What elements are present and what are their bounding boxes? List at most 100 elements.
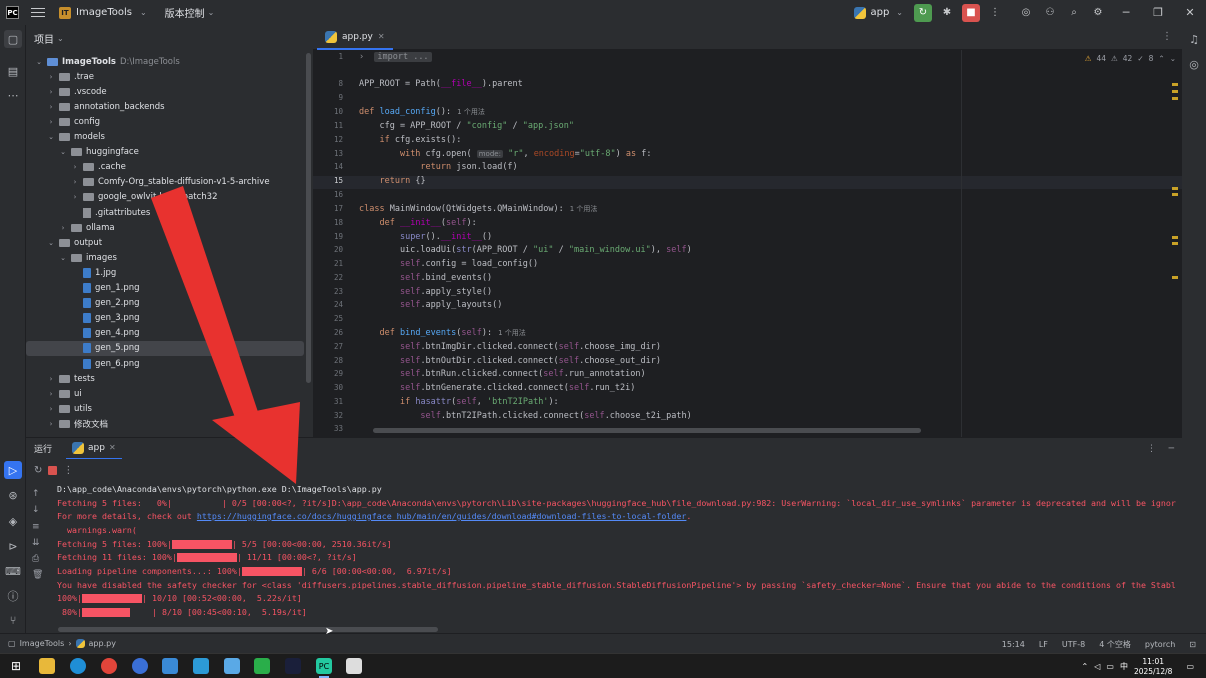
collapsed-chevron-icon[interactable]: › [46,390,56,398]
app-icon-5[interactable] [285,658,301,674]
tree-item[interactable]: › .trae [26,69,304,84]
ai-assistant-icon[interactable]: ◎ [1017,4,1035,22]
console-link[interactable]: https://huggingface.co/docs/huggingface_… [197,511,687,521]
scroll-marker[interactable] [1172,83,1178,86]
run-console[interactable]: D:\app_code\Anaconda\envs\pytorch\python… [50,481,1182,633]
stop-button[interactable]: ■ [962,3,980,22]
soft-wrap-icon[interactable]: ≡ [32,522,40,532]
app-icon-2[interactable] [162,658,178,674]
collapsed-chevron-icon[interactable]: › [46,73,56,81]
scroll-to-end-icon[interactable]: ⇊ [32,538,40,548]
tree-item[interactable]: › google_owlvit-base-patch32 [26,190,304,205]
expanded-chevron-icon[interactable]: ⌄ [58,254,68,262]
readonly-lock-icon[interactable]: ⊡ [1189,640,1196,649]
chevron-up-icon[interactable]: ⌃ [1158,54,1164,63]
run-tool-icon[interactable]: ▷ [4,461,22,479]
pycharm-taskbar-icon[interactable]: PC [316,658,332,678]
tree-item[interactable]: › .cache [26,160,304,175]
windows-start-icon[interactable]: ⊞ [8,658,24,674]
expanded-chevron-icon[interactable]: ⌄ [46,133,56,141]
scroll-marker[interactable] [1172,90,1178,93]
clear-trash-icon[interactable]: 🗑 [32,570,43,580]
collapsed-chevron-icon[interactable]: › [70,178,80,186]
scroll-marker[interactable] [1172,187,1178,190]
tree-item[interactable]: ⌄ huggingface [26,145,304,160]
file-explorer-icon[interactable] [39,658,55,674]
ai-chat-icon[interactable]: ◎ [1185,55,1203,73]
tree-item[interactable]: ⌄ models [26,130,304,145]
project-scrollbar[interactable] [306,53,311,383]
volume-icon[interactable]: ◁ [1094,662,1100,671]
breadcrumb-project[interactable]: ImageTools [20,639,65,648]
chevron-down-icon[interactable]: ⌄ [57,34,64,43]
chevron-down-icon[interactable]: ⌄ [1170,54,1176,63]
tree-item[interactable]: ⌄ output [26,235,304,250]
more-options-icon[interactable]: ⋮ [1147,444,1156,454]
settings-gear-icon[interactable]: ⚙ [1089,4,1107,22]
tree-item[interactable]: › tests [26,371,304,386]
network-icon[interactable]: ▭ [1106,662,1114,671]
rerun-button[interactable]: ↻ [914,3,932,22]
expanded-chevron-icon[interactable]: ⌄ [58,148,68,156]
collapsed-chevron-icon[interactable]: › [46,405,56,413]
run-config-selector[interactable]: app ⌄ [854,6,903,19]
collapsed-chevron-icon[interactable]: › [58,224,68,232]
app-icon-6[interactable] [346,658,362,674]
chrome-browser-icon[interactable] [101,658,117,674]
run-tab-app[interactable]: app ✕ [66,438,122,460]
project-switcher[interactable]: IT ImageTools ⌄ [55,3,153,22]
wechat-icon[interactable] [254,658,270,674]
debug-bug-icon[interactable]: ✱ [938,4,956,22]
collapsed-chevron-icon[interactable]: › [46,118,56,126]
close-tab-icon[interactable]: ✕ [109,443,116,452]
tree-item[interactable]: gen_6.png [26,356,304,371]
scroll-down-icon[interactable]: ↓ [32,505,40,515]
indent-setting[interactable]: 4 个空格 [1099,639,1131,650]
app-icon-3[interactable] [193,658,209,674]
clock[interactable]: 11:01 2025/12/8 [1134,657,1172,677]
tree-item[interactable]: gen_3.png [26,311,304,326]
tree-item[interactable]: ⌄ ImageTools D:\ImageTools [26,54,304,69]
minimize-button[interactable]: ─ [1110,0,1142,25]
code-editor[interactable]: 1 8 9 10 11 12 13 14 15 16 17 18 19 20 21 22 23 24 25 26 27 2… [313,50,1182,437]
close-button[interactable]: ✕ [1174,0,1206,25]
collapsed-chevron-icon[interactable]: › [46,375,56,383]
file-encoding[interactable]: UTF-8 [1062,640,1085,649]
tab-app-py[interactable]: app.py ✕ [317,25,393,50]
git-icon[interactable]: ⑂ [4,611,22,629]
more-icon[interactable]: ⋮ [63,465,73,476]
scroll-up-icon[interactable]: ↑ [32,489,40,499]
rerun-icon[interactable]: ↻ [34,465,42,476]
tree-item[interactable]: gen_2.png [26,296,304,311]
collapsed-chevron-icon[interactable]: › [70,193,80,201]
tree-item[interactable]: › ui [26,386,304,401]
scroll-marker[interactable] [1172,97,1178,100]
tree-item[interactable]: gen_1.png [26,281,304,296]
expanded-chevron-icon[interactable]: ⌄ [34,58,44,66]
tab-options-icon[interactable]: ⋮ [1162,31,1172,42]
more-tools-icon[interactable]: ⋯ [4,86,22,104]
notification-center-icon[interactable]: ▭ [1186,662,1194,671]
hide-panel-icon[interactable]: ─ [1169,444,1174,454]
tree-item[interactable]: gen_4.png [26,326,304,341]
scroll-marker[interactable] [1172,276,1178,279]
more-actions-icon[interactable]: ⋮ [986,4,1004,22]
tree-item[interactable]: gen_5.png [26,340,304,356]
caret-position[interactable]: 15:14 [1002,640,1025,649]
python-packages-icon[interactable]: ⊛ [4,486,22,504]
console-horizontal-scrollbar[interactable] [58,627,438,632]
collapsed-chevron-icon[interactable]: › [46,103,56,111]
services-icon[interactable]: ⊳ [4,537,22,555]
line-separator[interactable]: LF [1039,640,1048,649]
scroll-marker[interactable] [1172,236,1178,239]
notifications-bell-icon[interactable]: ♫ [1185,30,1203,48]
problems-icon[interactable]: ⓘ [4,587,22,605]
vcs-menu[interactable]: 版本控制 ⌄ [165,5,215,20]
app-icon-1[interactable] [132,658,148,674]
project-folder-icon[interactable]: ▢ [4,30,22,48]
close-tab-icon[interactable]: ✕ [378,32,385,41]
maximize-button[interactable]: ❐ [1142,0,1174,25]
edge-browser-icon[interactable] [70,658,86,674]
tree-item[interactable]: › config [26,114,304,129]
expanded-chevron-icon[interactable]: ⌄ [46,239,56,247]
